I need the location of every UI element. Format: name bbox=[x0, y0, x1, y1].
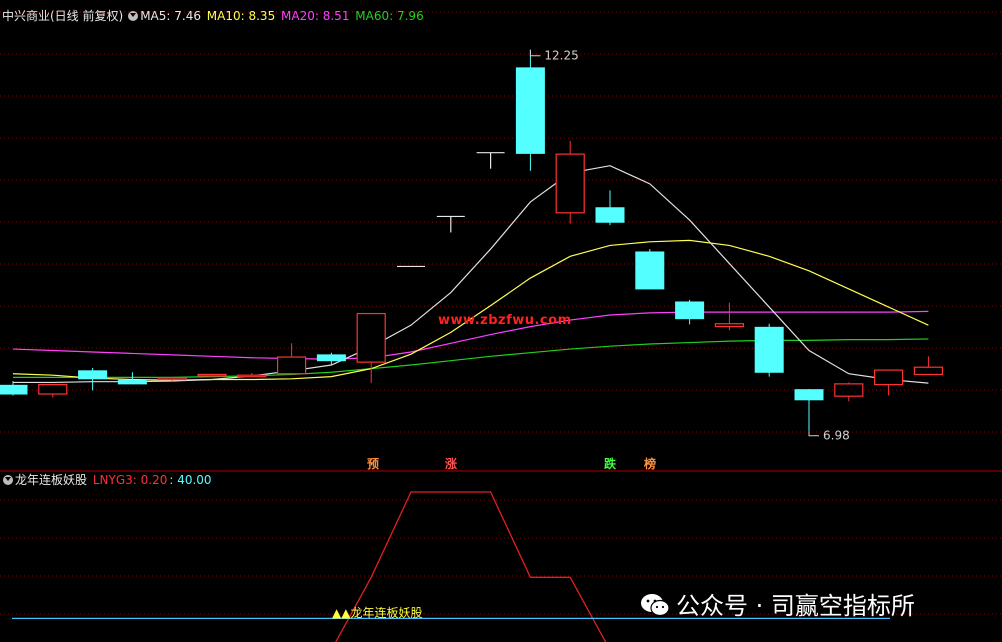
candle bbox=[356, 312, 386, 384]
candle bbox=[316, 352, 346, 366]
candle bbox=[197, 373, 227, 377]
lnyg3-value: LNYG3: 0.20 bbox=[92, 473, 168, 487]
candle bbox=[754, 323, 784, 377]
low-label: 6.98 bbox=[823, 429, 850, 443]
signal-bang: 榜 bbox=[644, 457, 657, 471]
candle bbox=[515, 49, 545, 171]
high-low-markers: 12.25 6.98 bbox=[529, 49, 850, 443]
candle bbox=[277, 343, 307, 376]
main-header: 中兴商业(日线 前复权) MA5: 7.46 MA10: 8.35 MA20: 8… bbox=[2, 9, 426, 23]
ma10-line bbox=[12, 239, 929, 381]
signal-zhang: 涨 bbox=[445, 457, 458, 471]
ma20-value: MA20: 8.51 bbox=[281, 9, 350, 23]
ma60-line bbox=[13, 338, 929, 378]
dropdown-icon[interactable] bbox=[128, 11, 139, 21]
dragon-label: ▲▲龙年连板妖股 bbox=[332, 606, 423, 620]
candle bbox=[675, 299, 705, 325]
ma10-value: MA10: 8.35 bbox=[206, 9, 276, 23]
indicator-value: : 40.00 bbox=[169, 473, 212, 487]
candle bbox=[635, 249, 665, 290]
watermark: 公众号 · 司赢空指标所 bbox=[640, 586, 915, 621]
moving-averages bbox=[12, 165, 929, 384]
high-pointer bbox=[529, 49, 541, 57]
indicator-name: 龙年连板妖股 bbox=[15, 473, 88, 487]
site-url: www.zbzfwu.com bbox=[438, 313, 572, 328]
candle bbox=[38, 383, 68, 398]
candle bbox=[117, 372, 147, 385]
wechat-icon bbox=[641, 594, 670, 617]
candle bbox=[0, 380, 28, 396]
indicator-header: 龙年连板妖股 LNYG3: 0.20: 40.00 bbox=[2, 473, 214, 487]
candle bbox=[714, 302, 745, 331]
candle bbox=[78, 367, 108, 391]
candle bbox=[555, 141, 585, 224]
stock-title: 中兴商业(日线 前复权) bbox=[2, 9, 124, 23]
candle bbox=[436, 215, 465, 233]
candle bbox=[913, 356, 944, 376]
ma60-value: MA60: 7.96 bbox=[355, 9, 424, 23]
candle bbox=[595, 190, 625, 226]
low-pointer bbox=[808, 431, 819, 437]
candle bbox=[834, 382, 864, 402]
watermark-text: 公众号 · 司赢空指标所 bbox=[676, 592, 915, 620]
candle bbox=[873, 369, 904, 396]
high-label: 12.25 bbox=[544, 49, 578, 63]
indicator-dropdown-icon[interactable] bbox=[3, 475, 13, 485]
candle bbox=[794, 388, 824, 432]
candle bbox=[237, 372, 267, 378]
signal-yu: 预 bbox=[367, 457, 380, 471]
candle bbox=[476, 152, 505, 169]
ma5-value: MA5: 7.46 bbox=[140, 9, 201, 23]
ma5-line bbox=[13, 165, 929, 384]
candles bbox=[0, 49, 944, 432]
signal-die: 跌 bbox=[604, 457, 617, 471]
